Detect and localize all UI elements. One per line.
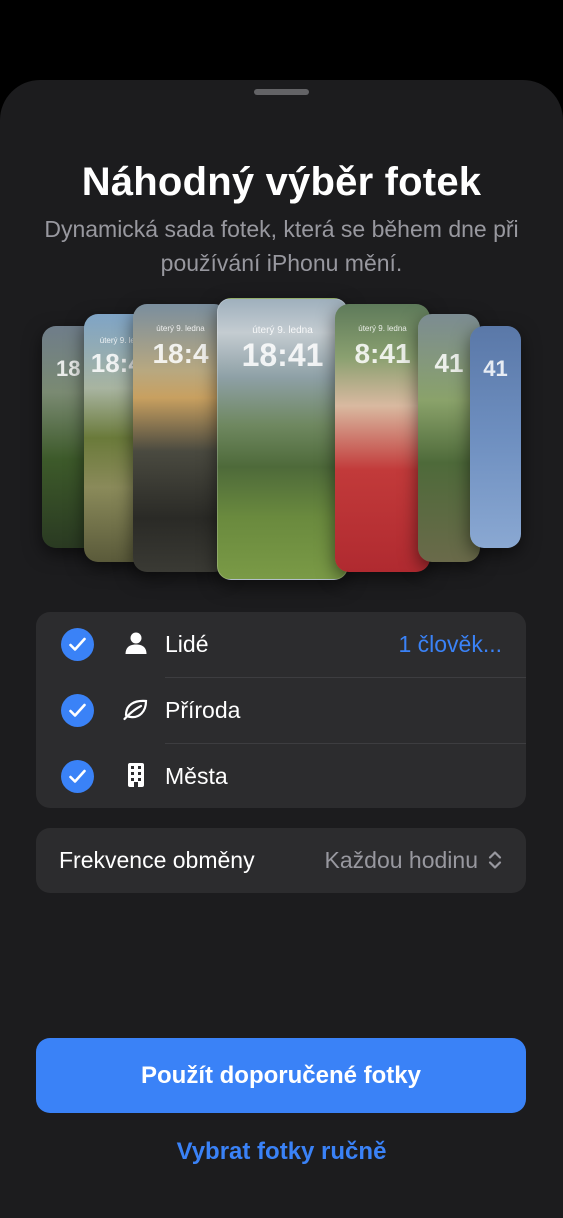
chevron-up-down-icon[interactable] xyxy=(488,850,502,870)
leaf-icon xyxy=(123,699,148,721)
preview-time: 41 xyxy=(483,356,508,381)
checkmark-icon[interactable] xyxy=(61,628,94,661)
person-icon xyxy=(125,632,147,654)
category-row-cities[interactable]: Města xyxy=(36,744,526,809)
preview-card: úterý 9. ledna 8:41 xyxy=(335,304,430,572)
category-row-people[interactable]: Lidé 1 člověk... xyxy=(36,612,526,677)
preview-time: 18:41 xyxy=(241,337,324,373)
preview-date: úterý 9. ledna xyxy=(358,324,407,333)
preview-time: 18:4 xyxy=(152,338,209,369)
preview-card: úterý 9. ledna 18:4 xyxy=(133,304,228,572)
use-recommended-photos-button[interactable]: Použít doporučené fotky xyxy=(36,1038,526,1113)
frequency-picker-row[interactable]: Frekvence obměny Každou hodinu xyxy=(36,828,526,893)
category-row-nature[interactable]: Příroda xyxy=(36,678,526,743)
preview-date: úterý 9. ledna xyxy=(252,325,313,336)
people-selection-value[interactable]: 1 člověk... xyxy=(398,631,502,658)
photo-preview-fan: 18 úterý 9. ledna 18:41 úterý 9. ledna 1… xyxy=(0,296,563,580)
preview-card-featured: úterý 9. ledna 18:41 xyxy=(217,298,348,580)
preview-date: úterý 9. ledna xyxy=(156,324,205,333)
page-subtitle: Dynamická sada fotek, která se během dne… xyxy=(44,216,519,276)
frequency-value[interactable]: Každou hodinu xyxy=(325,847,478,874)
bottom-sheet: Náhodný výběr fotek Dynamická sada fotek… xyxy=(0,80,563,1218)
category-label: Příroda xyxy=(165,697,241,723)
preview-time: 8:41 xyxy=(354,338,411,369)
category-list: Lidé 1 člověk... Příroda Města xyxy=(36,612,526,808)
frequency-label: Frekvence obměny xyxy=(59,847,255,873)
checkmark-icon[interactable] xyxy=(61,694,94,727)
page-title: Náhodný výběr fotek xyxy=(81,160,482,204)
sheet-grabber[interactable] xyxy=(254,89,309,95)
choose-photos-manually-button[interactable]: Vybrat fotky ručně xyxy=(0,1138,563,1166)
building-icon xyxy=(128,763,144,787)
category-label: Lidé xyxy=(165,631,209,657)
category-label: Města xyxy=(165,763,228,789)
preview-card: 41 xyxy=(470,326,521,548)
checkmark-icon[interactable] xyxy=(61,760,94,793)
